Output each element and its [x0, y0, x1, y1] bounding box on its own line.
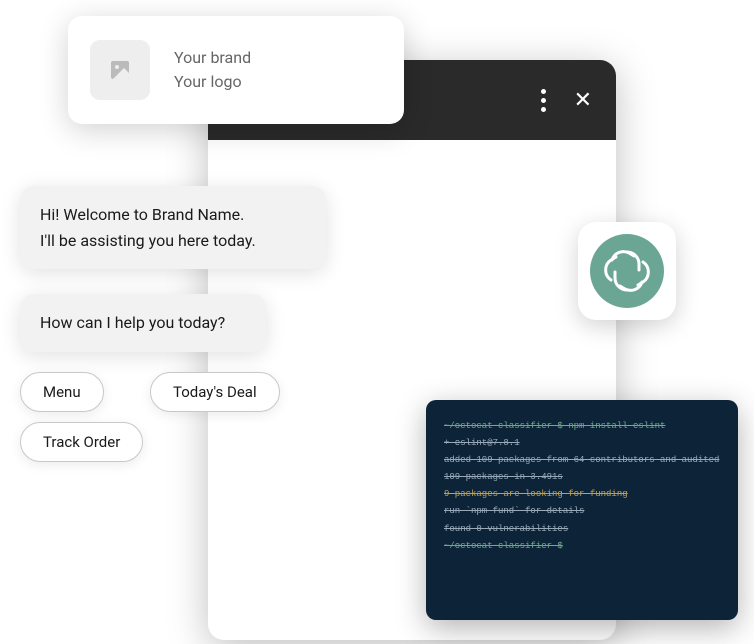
brand-text: Your brand Your logo — [174, 46, 251, 94]
terminal-line: added 109 packages from 64 contributors … — [444, 452, 720, 486]
bot-message-line: Hi! Welcome to Brand Name. — [40, 202, 306, 228]
kebab-menu-icon[interactable] — [541, 89, 546, 112]
brand-card: Your brand Your logo — [68, 16, 404, 124]
quick-reply-deal[interactable]: Today's Deal — [150, 372, 280, 412]
chat-header-actions: ✕ — [541, 88, 592, 113]
openai-logo-icon — [590, 234, 664, 308]
quick-reply-track[interactable]: Track Order — [20, 422, 143, 462]
terminal-line: 9 packages are looking for funding — [444, 486, 720, 503]
close-icon[interactable]: ✕ — [574, 88, 592, 113]
image-placeholder-icon — [90, 40, 150, 100]
terminal-line: run `npm fund` for details — [444, 503, 720, 520]
bot-message-line: How can I help you today? — [40, 310, 246, 336]
ai-badge — [578, 222, 676, 320]
brand-line2: Your logo — [174, 70, 251, 94]
bot-message-welcome: Hi! Welcome to Brand Name. I'll be assis… — [20, 186, 326, 269]
terminal-line: ~/octocat-classifier $ — [444, 538, 720, 555]
bot-message-prompt: How can I help you today? — [20, 294, 266, 352]
brand-line1: Your brand — [174, 46, 251, 70]
bot-message-line: I'll be assisting you here today. — [40, 228, 306, 254]
terminal-line: found 0 vulnerabilities — [444, 521, 720, 538]
terminal-line: + eslint@7.8.1 — [444, 435, 720, 452]
quick-reply-menu[interactable]: Menu — [20, 372, 104, 412]
terminal-window: ~/octocat-classifier $ npm install eslin… — [426, 400, 738, 620]
terminal-line: ~/octocat-classifier $ npm install eslin… — [444, 418, 720, 435]
